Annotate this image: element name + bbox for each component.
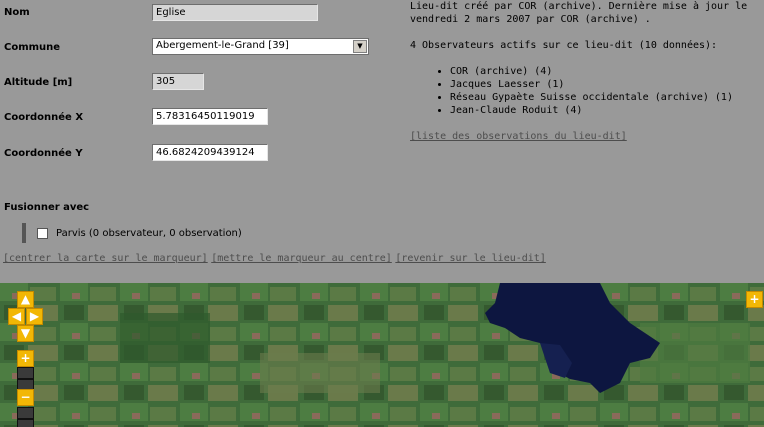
coord-y-input[interactable] (152, 144, 268, 161)
altitude-label: Altitude [m] (4, 77, 73, 88)
observer-item: COR (archive) (4) (450, 65, 760, 78)
move-marker-link[interactable]: [mettre le marqueur au centre] (211, 253, 392, 264)
zoom-slider-handle[interactable]: − (17, 389, 34, 406)
zoom-in-button[interactable]: + (17, 350, 34, 367)
nom-label: Nom (4, 7, 30, 18)
pan-down-button[interactable]: ▼ (17, 325, 34, 342)
satellite-map[interactable]: ▲ ◀ ▶ ▼ + − + (0, 283, 764, 427)
merge-indent-bar (22, 223, 26, 243)
coord-y-label: Coordonnée Y (4, 148, 83, 159)
merge-title: Fusionner avec (4, 202, 90, 213)
commune-label: Commune (4, 42, 61, 53)
center-map-link[interactable]: [centrer la carte sur le marqueur] (3, 253, 208, 264)
merge-option-label: Parvis (0 observateur, 0 observation) (56, 228, 242, 239)
info-created: Lieu-dit créé par COR (archive). Dernièr… (410, 1, 748, 12)
coord-x-label: Coordonnée X (4, 112, 84, 123)
altitude-input[interactable] (152, 73, 204, 90)
nom-input[interactable] (152, 4, 318, 21)
map-imagery (0, 283, 764, 427)
observations-list-link[interactable]: [liste des observations du lieu-dit] (410, 130, 760, 143)
coord-x-input[interactable] (152, 108, 268, 125)
layer-switcher-button[interactable]: + (746, 291, 763, 308)
observers-heading: 4 Observateurs actifs sur ce lieu-dit (1… (410, 40, 718, 51)
observer-item: Réseau Gypaète Suisse occidentale (archi… (450, 91, 760, 104)
pan-right-button[interactable]: ▶ (26, 308, 43, 325)
back-to-lieudit-link[interactable]: [revenir sur le lieu-dit] (395, 253, 546, 264)
zoom-level-rung[interactable] (17, 367, 34, 379)
observer-item: Jacques Laesser (1) (450, 78, 760, 91)
chevron-down-icon[interactable]: ▼ (353, 40, 367, 53)
merge-checkbox[interactable] (37, 228, 48, 239)
info-updated: vendredi 2 mars 2007 par COR (archive) . (410, 14, 651, 25)
observers-list: COR (archive) (4) Jacques Laesser (1) Ré… (410, 65, 760, 117)
zoom-level-rung[interactable] (17, 407, 34, 419)
pan-left-button[interactable]: ◀ (8, 308, 25, 325)
zoom-level-rung[interactable] (17, 419, 34, 427)
commune-selected-value: Abergement-le-Grand [39] (156, 40, 289, 51)
pan-up-button[interactable]: ▲ (17, 291, 34, 308)
commune-select[interactable]: Abergement-le-Grand [39] ▼ (152, 38, 369, 55)
observer-item: Jean-Claude Roduit (4) (450, 104, 760, 117)
